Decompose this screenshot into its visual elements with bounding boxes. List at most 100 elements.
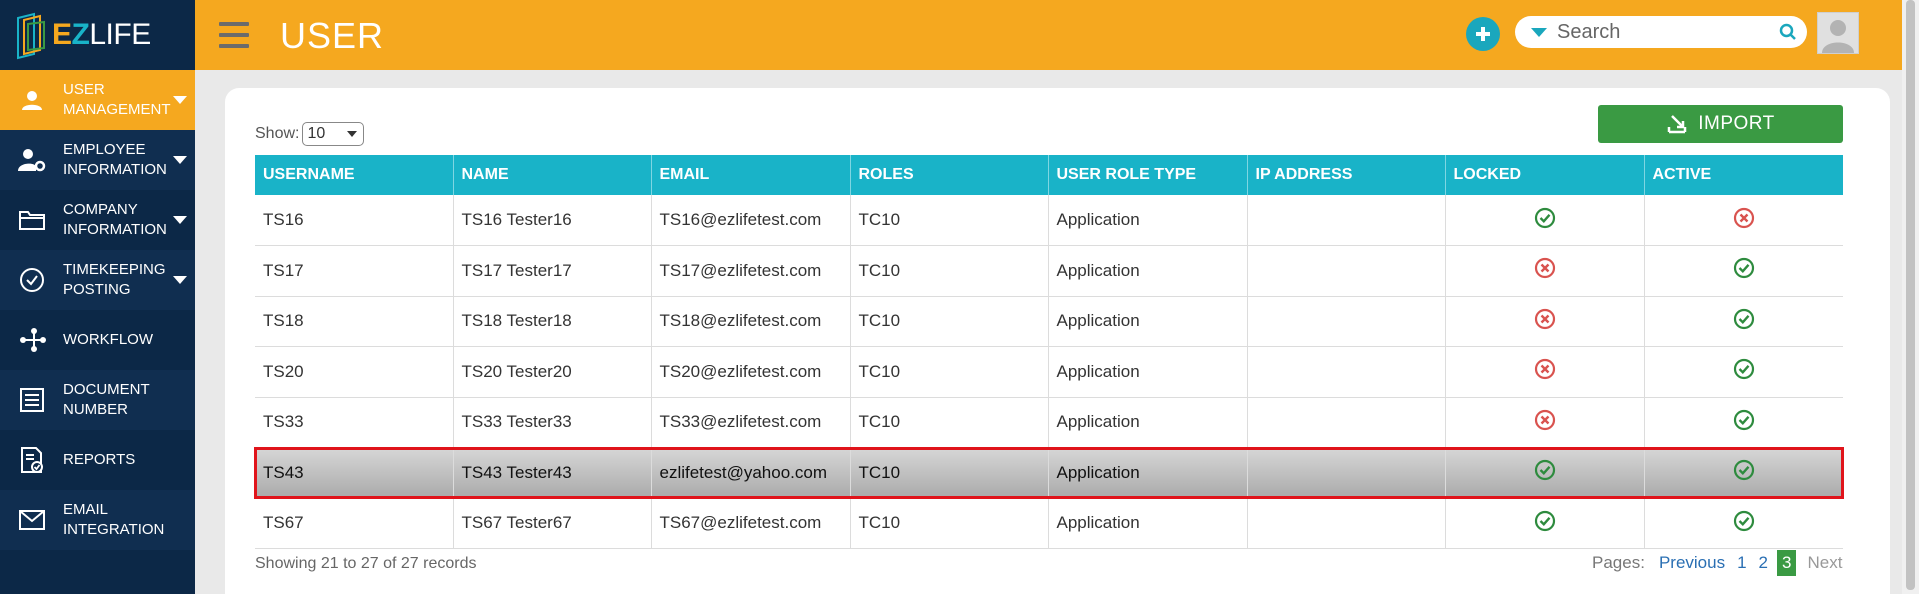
mail-icon: [0, 509, 63, 531]
sidebar-item-timekeeping-posting[interactable]: TIMEKEEPING POSTING: [0, 250, 195, 310]
chevron-down-icon: [173, 276, 187, 284]
sidebar-item-workflow[interactable]: WORKFLOW: [0, 310, 195, 370]
add-button[interactable]: [1466, 17, 1500, 51]
table-row[interactable]: TS17 TS17 Tester17 TS17@ezlifetest.com TC10…: [255, 245, 1843, 297]
next-page-link[interactable]: Next: [1807, 553, 1842, 573]
logo-text: EZLIFE: [52, 18, 151, 52]
table-row[interactable]: TS20 TS20 Tester20 TS20@ezlifetest.com TC10…: [255, 346, 1843, 398]
sidebar-item-label: DOCUMENT NUMBER: [63, 381, 150, 418]
cell-active: [1644, 447, 1843, 499]
sidebar-nav: USER MANAGEMENT EMPLOYEE INFORMATION COM…: [0, 70, 195, 550]
table-row[interactable]: TS16 TS16 Tester16 TS16@ezlifetest.com TC10…: [255, 195, 1843, 246]
column-header-user-role-type[interactable]: USER ROLE TYPE: [1048, 155, 1248, 195]
table-row[interactable]: TS67 TS67 Tester67 TS67@ezlifetest.com TC10…: [255, 498, 1843, 549]
page-link-1[interactable]: 1: [1737, 553, 1746, 573]
cell-name: TS67 Tester67: [453, 498, 652, 549]
table-row-selected[interactable]: TS43 TS43 Tester43 ezlifetest@yahoo.com TC1…: [254, 446, 1844, 499]
import-button[interactable]: IMPORT: [1598, 105, 1843, 143]
sidebar-item-employee-information[interactable]: EMPLOYEE INFORMATION: [0, 130, 195, 190]
search-icon[interactable]: [1779, 23, 1797, 41]
cell-roles: TC10: [850, 245, 1049, 297]
table-row[interactable]: TS33 TS33 Tester33 TS33@ezlifetest.com TC10…: [255, 397, 1843, 448]
cell-ip-address: [1247, 498, 1446, 549]
chevron-down-icon: [173, 96, 187, 104]
page-title: USER: [280, 15, 385, 56]
user-table: USERNAME NAME EMAIL ROLES USER ROLE TYPE…: [254, 155, 1844, 549]
pages-label: Pages:: [1592, 553, 1645, 572]
check-circle-icon: [1534, 207, 1556, 233]
search-input[interactable]: [1557, 20, 1777, 44]
sidebar-item-label: USER MANAGEMENT: [63, 81, 171, 118]
column-header-active[interactable]: ACTIVE: [1644, 155, 1843, 195]
table-row[interactable]: TS18 TS18 Tester18 TS18@ezlifetest.com TC10…: [255, 296, 1843, 347]
avatar[interactable]: [1817, 12, 1859, 54]
search-filter-dropdown-icon[interactable]: [1531, 27, 1547, 37]
x-circle-icon: [1534, 409, 1556, 435]
sidebar-item-reports[interactable]: REPORTS: [0, 430, 195, 490]
cell-active: [1644, 245, 1843, 297]
page-size-select[interactable]: 10: [302, 122, 365, 146]
check-circle-icon: [1534, 510, 1556, 536]
cell-active: [1644, 397, 1843, 448]
cell-username: TS33: [255, 397, 454, 448]
table-header-row: USERNAME NAME EMAIL ROLES USER ROLE TYPE…: [255, 155, 1843, 195]
column-header-username[interactable]: USERNAME: [255, 155, 454, 195]
import-label: IMPORT: [1698, 113, 1775, 134]
cell-roles: TC10: [850, 346, 1049, 398]
cell-locked: [1445, 397, 1645, 448]
sidebar-item-company-information[interactable]: COMPANY INFORMATION: [0, 190, 195, 250]
chevron-down-icon: [173, 156, 187, 164]
cell-name: TS20 Tester20: [453, 346, 652, 398]
cell-email: TS17@ezlifetest.com: [651, 245, 851, 297]
cell-name: TS33 Tester33: [453, 397, 652, 448]
cell-email: TS20@ezlifetest.com: [651, 346, 851, 398]
sidebar-item-label: WORKFLOW: [63, 331, 153, 348]
x-circle-icon: [1534, 308, 1556, 334]
sidebar-item-user-management[interactable]: USER MANAGEMENT: [0, 70, 195, 130]
chevron-down-icon: [347, 131, 358, 137]
cell-ip-address: [1247, 397, 1446, 448]
logo[interactable]: EZLIFE: [0, 0, 195, 70]
cell-user-role-type: Application: [1048, 195, 1248, 246]
page-size-value: 10: [307, 125, 326, 142]
cell-ip-address: [1247, 245, 1446, 297]
cell-ip-address: [1247, 195, 1446, 246]
cell-username: TS43: [255, 447, 454, 499]
page-link-2[interactable]: 2: [1759, 553, 1768, 573]
plus-icon: [1476, 27, 1490, 41]
x-circle-icon: [1733, 207, 1755, 233]
sidebar-item-email-integration[interactable]: EMAIL INTEGRATION: [0, 490, 195, 550]
import-icon: [1667, 115, 1687, 134]
previous-page-link[interactable]: Previous: [1659, 553, 1725, 573]
user-icon: [0, 88, 63, 112]
column-header-roles[interactable]: ROLES: [850, 155, 1049, 195]
page-link-3-current[interactable]: 3: [1777, 550, 1797, 576]
search-box: [1515, 16, 1807, 48]
cell-username: TS18: [255, 296, 454, 347]
sidebar-item-label: REPORTS: [63, 451, 136, 468]
column-header-locked[interactable]: LOCKED: [1445, 155, 1645, 195]
cell-email: ezlifetest@yahoo.com: [651, 447, 851, 499]
cell-name: TS43 Tester43: [453, 447, 652, 499]
sidebar-item-label: COMPANY INFORMATION: [63, 201, 167, 238]
column-header-ip-address[interactable]: IP ADDRESS: [1247, 155, 1446, 195]
sidebar: EZLIFE USER MANAGEMENT EMPLOYEE INFORMAT…: [0, 0, 195, 594]
logo-mark-icon: [17, 12, 45, 60]
sidebar-item-document-number[interactable]: DOCUMENT NUMBER: [0, 370, 195, 430]
cell-user-role-type: Application: [1048, 447, 1248, 499]
cell-ip-address: [1247, 346, 1446, 398]
column-header-name[interactable]: NAME: [453, 155, 652, 195]
cell-roles: TC10: [850, 397, 1049, 448]
hamburger-menu-icon[interactable]: [219, 22, 249, 48]
scrollbar-thumb[interactable]: [1906, 0, 1915, 590]
cell-email: TS16@ezlifetest.com: [651, 195, 851, 246]
vertical-scrollbar[interactable]: [1902, 0, 1919, 594]
cell-roles: TC10: [850, 498, 1049, 549]
column-header-email[interactable]: EMAIL: [651, 155, 851, 195]
cell-roles: TC10: [850, 296, 1049, 347]
sidebar-item-label: EMAIL INTEGRATION: [63, 501, 165, 538]
x-circle-icon: [1534, 258, 1556, 283]
cell-user-role-type: Application: [1048, 498, 1248, 549]
sidebar-item-label: EMPLOYEE INFORMATION: [63, 141, 167, 178]
cell-name: TS16 Tester16: [453, 195, 652, 246]
